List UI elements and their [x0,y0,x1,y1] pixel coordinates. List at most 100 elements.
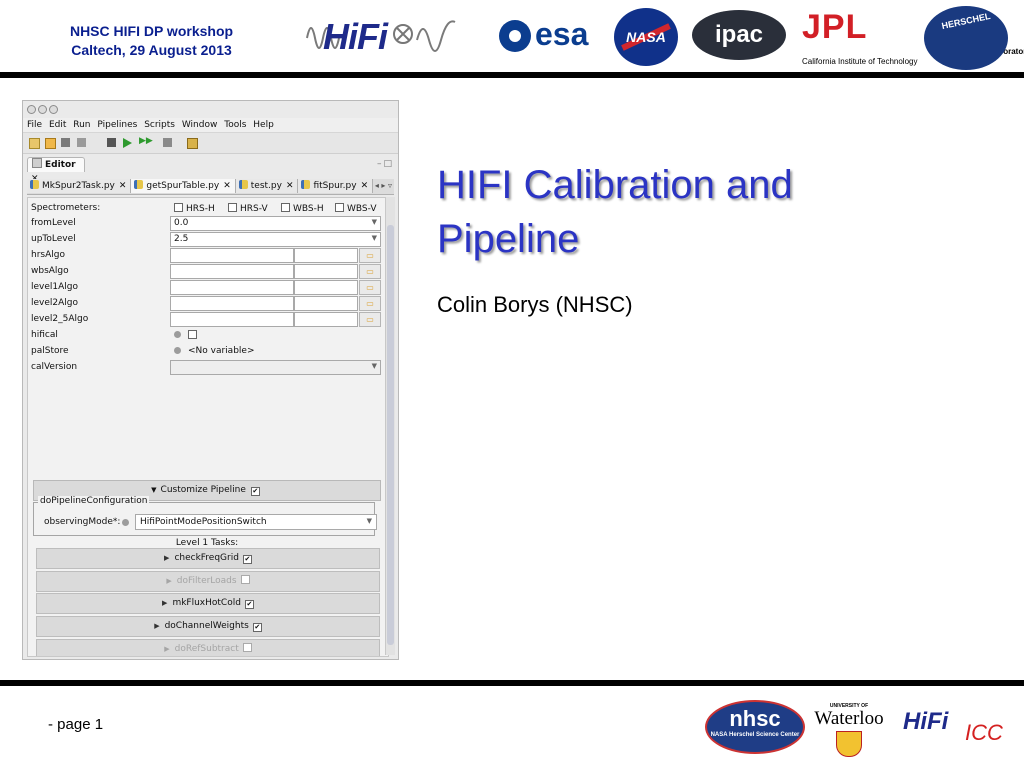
tab-editor[interactable]: Editor ✕ [27,157,85,184]
observing-mode-label: observingMode*: [44,517,121,527]
level2-5-algo-input[interactable] [170,312,294,327]
task-checkbox[interactable]: ✔ [242,555,252,564]
close-icon[interactable]: ✕ [119,181,127,191]
hipe-screenshot: File Edit Run Pipelines Scripts Window T… [22,100,399,660]
customize-pipeline-checkbox[interactable]: ✔ [250,487,260,496]
hrs-algo-input[interactable] [170,248,294,263]
scrollbar-thumb[interactable] [387,225,394,645]
task-label: doChannelWeights [164,621,249,631]
task-do-ref-subtract[interactable]: ▶ doRefSubtract [36,639,380,656]
cal-version-select[interactable]: ▼ [170,360,381,375]
save-icon[interactable] [61,138,70,147]
esa-logo: esa [497,14,599,58]
menu-file[interactable]: File [27,118,42,132]
wbs-algo-label: wbsAlgo [31,266,69,276]
checkbox-icon [228,203,237,212]
run-icon[interactable] [123,138,132,148]
view-minmax-icon[interactable]: –□ [377,159,394,169]
tab-file[interactable]: getSpurTable.py ✕ [131,179,236,193]
hrs-algo-name-input[interactable] [294,248,358,263]
folder-icon[interactable]: ▭ [359,248,381,263]
checkbox-hrs-v[interactable]: HRS-V [228,203,268,214]
task-checkbox[interactable] [242,643,252,652]
task-checkbox[interactable] [240,575,250,584]
workshop-info: NHSC HIFI DP workshop Caltech, 29 August… [44,22,259,60]
menu-tools[interactable]: Tools [224,118,246,132]
level1-algo-name-input[interactable] [294,280,358,295]
tab-file[interactable]: fitSpur.py ✕ [298,179,374,193]
from-level-select[interactable]: 0.0 ▼ [170,216,381,231]
vertical-scrollbar[interactable] [385,197,395,655]
folder-icon[interactable]: ▭ [359,296,381,311]
level2-algo-input[interactable] [170,296,294,311]
tab-file[interactable]: MkSpur2Task.py ✕ [27,179,132,193]
clipboard-icon[interactable] [187,138,198,149]
cal-version-label: calVersion [31,362,78,372]
close-window-icon[interactable] [27,105,36,114]
tab-file-label: getSpurTable.py [146,181,220,191]
header-divider [0,72,1024,78]
checkbox-wbs-h[interactable]: WBS-H [281,203,324,214]
nhsc-logo: nhsc NASA Herschel Science Center [705,700,805,754]
stop-icon[interactable] [107,138,116,147]
checkbox-wbs-v[interactable]: WBS-V [335,203,377,214]
task-check-freq-grid[interactable]: ▶ checkFreqGrid ✔ [36,548,380,569]
wbs-algo-name-input[interactable] [294,264,358,279]
pipeline-configuration-group: doPipelineConfiguration observingMode*: … [33,496,377,536]
hifical-checkbox[interactable] [188,330,200,341]
menu-scripts[interactable]: Scripts [144,118,175,132]
step-icon[interactable] [163,138,172,147]
observing-mode-select[interactable]: HifiPointModePositionSwitch ▼ [135,514,377,530]
menu-edit[interactable]: Edit [49,118,66,132]
task-checkbox[interactable]: ✔ [244,600,254,609]
tab-scroll-icon[interactable]: ◂ ▸ ▿ [375,181,392,190]
spectrometers-label: Spectrometers: [31,203,101,213]
minimize-window-icon[interactable] [38,105,47,114]
checkbox-label: HRS-V [240,204,268,214]
folder-icon[interactable]: ▭ [359,264,381,279]
tab-editor-label: Editor [45,160,76,170]
level2-algo-row: level2Algo ▭ [28,296,386,311]
folder-icon[interactable]: ▭ [359,280,381,295]
close-icon[interactable]: ✕ [361,181,369,191]
task-do-channel-weights[interactable]: ▶ doChannelWeights ✔ [36,616,380,637]
close-icon[interactable]: ✕ [286,181,294,191]
folder-icon[interactable]: ▭ [359,312,381,327]
python-file-icon [30,180,39,189]
pal-store-value[interactable]: <No variable> [188,346,255,356]
up-to-level-select[interactable]: 2.5 ▼ [170,232,381,247]
pipeline-configuration-legend: doPipelineConfiguration [38,496,150,506]
new-file-icon[interactable] [29,138,40,149]
menu-pipelines[interactable]: Pipelines [97,118,137,132]
level2-algo-name-input[interactable] [294,296,358,311]
task-checkbox[interactable]: ✔ [252,623,262,632]
task-mk-flux-hot-cold[interactable]: ▶ mkFluxHotCold ✔ [36,593,380,614]
zoom-window-icon[interactable] [49,105,58,114]
print-icon[interactable] [77,138,86,147]
checkbox-hrs-h[interactable]: HRS-H [174,203,215,214]
wbs-algo-input[interactable] [170,264,294,279]
task-do-filter-loads[interactable]: ▶ doFilterLoads [36,571,380,592]
close-icon[interactable]: ✕ [223,181,231,191]
run-all-icon[interactable]: ▶▶ [139,136,153,146]
waterloo-logo-text: Waterloo [814,708,884,729]
level1-algo-label: level1Algo [31,282,79,292]
up-to-level-row: upToLevel 2.5 ▼ [28,232,386,247]
level2-5-algo-row: level2_5Algo ▭ [28,312,386,327]
tab-file-label: test.py [250,181,282,191]
menu-window[interactable]: Window [182,118,218,132]
editor-icon [32,158,42,168]
menu-help[interactable]: Help [253,118,274,132]
open-folder-icon[interactable] [45,138,56,149]
level2-5-algo-label: level2_5Algo [31,314,89,324]
tab-file[interactable]: test.py ✕ [235,179,299,193]
level1-algo-input[interactable] [170,280,294,295]
status-dot-icon [174,331,181,338]
nhsc-logo-subtext: NASA Herschel Science Center [710,732,800,738]
menu-run[interactable]: Run [73,118,90,132]
level2-5-algo-name-input[interactable] [294,312,358,327]
chevron-down-icon: ▼ [371,362,377,370]
python-file-icon [134,180,144,189]
pal-store-label: palStore [31,346,69,356]
hifical-row: hifical [28,328,386,343]
